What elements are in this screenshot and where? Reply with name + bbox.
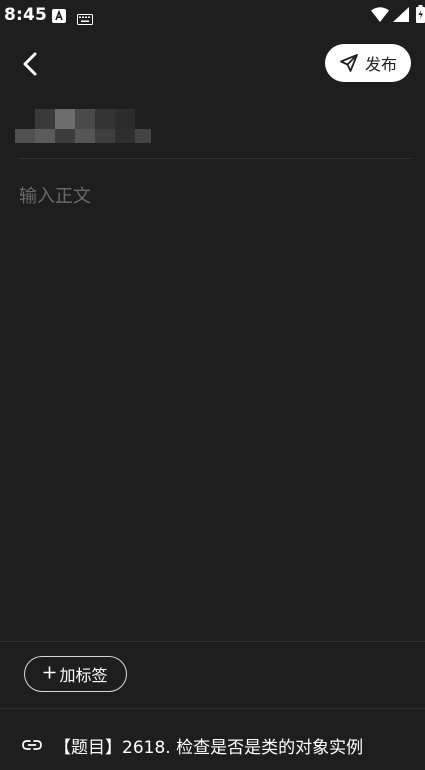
post-editor-screen: 8:45 发布 输入正文 加标签 【题目】2618. 检查是否是类的对象实例 [0,0,425,770]
send-icon [339,53,359,73]
link-divider [0,708,425,709]
linked-problem-row[interactable]: 【题目】2618. 检查是否是类的对象实例 [22,728,417,762]
title-field-mosaic[interactable] [15,109,151,143]
plus-icon [43,665,56,683]
publish-button[interactable]: 发布 [325,44,411,82]
link-icon [22,736,42,755]
font-a-icon [52,8,66,27]
publish-label: 发布 [364,55,397,74]
battery-icon [416,5,425,27]
toolbar-divider [0,641,425,642]
body-text-input[interactable] [19,176,411,612]
signal-icon [393,7,409,26]
title-divider [19,158,411,159]
chevron-left-icon [23,52,37,76]
linked-problem-title: 【题目】2618. 检查是否是类的对象实例 [54,737,364,758]
back-button[interactable] [12,46,48,82]
add-tag-button[interactable]: 加标签 [24,656,127,692]
keyboard-icon [77,10,93,29]
add-tag-label: 加标签 [59,666,108,685]
status-time: 8:45 [4,5,48,25]
status-bar: 8:45 [0,0,425,30]
wifi-icon [371,7,389,26]
